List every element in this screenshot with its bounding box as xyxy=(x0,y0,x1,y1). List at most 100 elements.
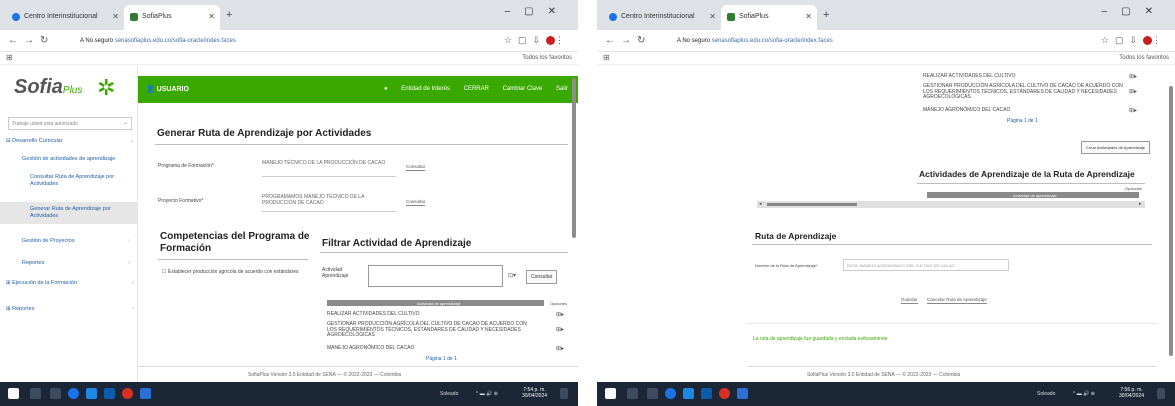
app-icon[interactable] xyxy=(719,388,730,399)
profile-icon[interactable] xyxy=(546,36,555,46)
sidebar-item-reportes[interactable]: Reportes › xyxy=(22,260,130,267)
notifications-icon[interactable] xyxy=(1157,388,1165,399)
menu-salir[interactable]: Salir xyxy=(556,86,568,92)
windows-taskbar: Soleado ^ ▬ 🔊 ⊕ 7:54 p. m. 30/04/2024 xyxy=(0,382,578,406)
forward-icon[interactable]: → xyxy=(24,35,34,46)
weather-widget[interactable]: Soleado xyxy=(1037,391,1055,397)
menu-cambiar-clave[interactable]: Cambiar Clave xyxy=(503,86,543,92)
task-view-icon[interactable] xyxy=(50,388,61,399)
footer-divider xyxy=(747,366,1157,367)
sidebar-item-generar-ruta[interactable]: Generar Ruta de Aprendizaje por Activida… xyxy=(0,202,137,224)
close-tab-icon[interactable]: ✕ xyxy=(112,12,119,21)
explorer-icon[interactable] xyxy=(86,388,97,399)
page-scrollbar[interactable] xyxy=(1169,86,1173,356)
add-activity-icon[interactable]: ⊞▸ xyxy=(556,326,564,333)
clock[interactable]: 7:54 p. m. 30/04/2024 xyxy=(522,387,547,399)
toolbar-icons[interactable]: ☆▢⇩ ⋮ xyxy=(1101,35,1167,46)
search-icon[interactable] xyxy=(30,388,41,399)
add-activity-icon[interactable]: ⊞▸ xyxy=(1129,107,1137,114)
toolbar-icons[interactable]: ☆▢⇩ ⋮ xyxy=(504,35,570,46)
system-tray-icons[interactable]: ^ ▬ 🔊 ⊕ xyxy=(476,391,498,397)
store-icon[interactable] xyxy=(701,388,712,399)
task-view-icon[interactable] xyxy=(647,388,658,399)
sidebar-item-gestion-proyectos[interactable]: Gestión de Proyectos › xyxy=(22,238,130,245)
address-bar[interactable]: A No seguro senasofiaplus.edu.co/sofia-o… xyxy=(80,38,236,44)
filter-button[interactable]: Consultar xyxy=(526,270,558,284)
horizontal-scroll-thumb[interactable] xyxy=(767,203,857,206)
menu-entidad[interactable]: Entidad de Interés xyxy=(401,86,450,92)
cancel-ruta-button[interactable]: Cancelar Ruta de Aprendizaje xyxy=(927,297,987,304)
table-pager[interactable]: Página 1 de 1 xyxy=(1007,118,1038,124)
all-bookmarks[interactable]: Todos los favoritos xyxy=(522,55,572,61)
web-page: REALIZAR ACTIVIDADES DEL CULTIVO ⊞▸ GEST… xyxy=(597,66,1175,382)
close-tab-icon[interactable]: ✕ xyxy=(709,12,716,21)
forward-icon[interactable]: → xyxy=(621,35,631,46)
close-tab-icon[interactable]: ✕ xyxy=(208,12,215,21)
new-tab-icon[interactable]: + xyxy=(226,9,232,21)
role-select[interactable]: Trabaje usted está autorizado ⌄ xyxy=(8,117,132,130)
project-label: Proyecto Formativo* xyxy=(158,198,204,204)
apps-grid-icon[interactable]: ⊞ xyxy=(6,53,13,62)
sidebar-item-desarrollo-curricular[interactable]: ⊟ Desarrollo Curricular ⌄ xyxy=(6,138,134,145)
back-icon[interactable]: ← xyxy=(605,35,615,46)
ruta-name-input[interactable]: RUTA: MANEJO AGRONÓMICO DEL CULTIVO DE C… xyxy=(843,259,1009,271)
app-icon[interactable] xyxy=(140,388,151,399)
app-icon[interactable] xyxy=(122,388,133,399)
competencia-item[interactable]: ☐ Establecer producción agrícola de acue… xyxy=(162,269,312,275)
system-tray-icons[interactable]: ^ ▬ 🔊 ⊕ xyxy=(1073,391,1095,397)
table-pager[interactable]: Página 1 de 1 xyxy=(426,356,457,362)
browser-tab[interactable]: Centro Interinstitucional ✕ xyxy=(603,5,721,30)
sidebar-item-reportes-main[interactable]: ⊞ Reportes › xyxy=(6,306,134,313)
browser-tab-active[interactable]: SofiaPlus ✕ xyxy=(124,5,220,30)
browser-tab[interactable]: Centro Interinstitucional ✕ xyxy=(6,5,124,30)
store-icon[interactable] xyxy=(104,388,115,399)
consult-project-button[interactable]: Consultar xyxy=(406,199,426,206)
browser-tab-active[interactable]: SofiaPlus ✕ xyxy=(721,5,817,30)
weather-widget[interactable]: Soleado xyxy=(440,391,458,397)
user-menu[interactable]: 👤 USUARIO xyxy=(146,85,189,93)
notification-icon[interactable]: ● xyxy=(384,86,388,92)
scroll-left-icon[interactable]: ◂ xyxy=(759,201,762,207)
ruta-title: Ruta de Aprendizaje xyxy=(755,231,837,241)
sidebar-item-ejecucion-formacion[interactable]: ⊞ Ejecución de la Formación › xyxy=(6,280,134,287)
clock[interactable]: 7:56 p. m. 30/04/2024 xyxy=(1119,387,1144,399)
back-icon[interactable]: ← xyxy=(8,35,18,46)
app-icon[interactable] xyxy=(737,388,748,399)
windows-start-icon[interactable] xyxy=(8,388,19,399)
reload-icon[interactable]: ↻ xyxy=(637,35,645,46)
reload-icon[interactable]: ↻ xyxy=(40,35,48,46)
window-controls[interactable]: –▢✕ xyxy=(1102,6,1167,17)
chrome-icon[interactable] xyxy=(68,388,79,399)
window-controls[interactable]: –▢✕ xyxy=(505,6,570,17)
menu-cerrar[interactable]: CERRAR xyxy=(464,86,489,92)
consult-program-button[interactable]: Consultar xyxy=(406,164,426,171)
security-indicator[interactable]: A No seguro xyxy=(80,38,113,44)
add-activity-icon[interactable]: ⊞▸ xyxy=(1129,73,1137,80)
scroll-right-icon[interactable]: ▸ xyxy=(1139,201,1142,207)
new-tab-icon[interactable]: + xyxy=(823,9,829,21)
apps-grid-icon[interactable]: ⊞ xyxy=(603,53,610,62)
clear-icon[interactable]: ⊡▾ xyxy=(508,272,516,279)
browser-toolbar: ← → ↻ A No seguro senasofiaplus.edu.co/s… xyxy=(0,30,578,52)
bookmarks-bar: ⊞ Todos los favoritos xyxy=(597,52,1175,65)
windows-start-icon[interactable] xyxy=(605,388,616,399)
chrome-icon[interactable] xyxy=(665,388,676,399)
save-button[interactable]: Guardar xyxy=(901,297,918,304)
sidebar-item-gestion-actividades[interactable]: Gestión de actividades de aprendizaje xyxy=(22,156,130,163)
explorer-icon[interactable] xyxy=(683,388,694,399)
create-activities-button[interactable]: Crear Actividades de Aprendizaje xyxy=(1081,141,1150,154)
address-bar[interactable]: A No seguro senasofiaplus.edu.co/sofia-o… xyxy=(677,38,833,44)
add-activity-icon[interactable]: ⊞▸ xyxy=(556,311,564,318)
all-bookmarks[interactable]: Todos los favoritos xyxy=(1119,55,1169,61)
add-activity-icon[interactable]: ⊞▸ xyxy=(1129,88,1137,95)
security-indicator[interactable]: A No seguro xyxy=(677,38,710,44)
page-title: Generar Ruta de Aprendizaje por Activida… xyxy=(157,128,372,139)
actividad-input[interactable] xyxy=(368,265,503,287)
add-activity-icon[interactable]: ⊞▸ xyxy=(556,345,564,352)
profile-icon[interactable] xyxy=(1143,36,1152,46)
notifications-icon[interactable] xyxy=(560,388,568,399)
search-icon[interactable] xyxy=(627,388,638,399)
sidebar-item-consultar-ruta[interactable]: Consultar Ruta de Aprendizaje por Activi… xyxy=(30,174,122,188)
page-scrollbar[interactable] xyxy=(572,78,576,238)
close-tab-icon[interactable]: ✕ xyxy=(805,12,812,21)
